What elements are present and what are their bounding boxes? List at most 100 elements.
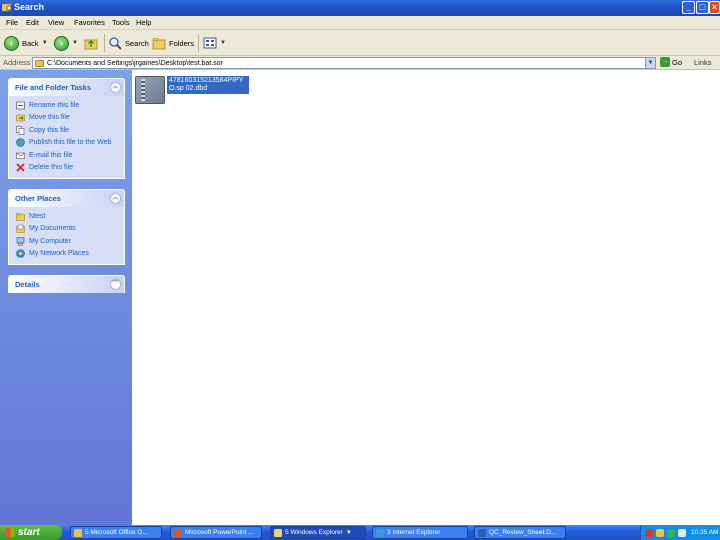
word-document-icon (478, 528, 486, 537)
address-label: Address (3, 58, 31, 67)
task-label: E-mail this file (29, 151, 73, 159)
menu-favorites[interactable]: Favorites (74, 18, 105, 27)
place-label: My Computer (29, 237, 72, 245)
taskbar-button-label: 5 Windows Explorer (285, 529, 343, 536)
views-button[interactable]: ▼ (203, 34, 226, 52)
minimize-button[interactable]: _ (682, 1, 695, 14)
collapse-icon[interactable]: ︽ (110, 82, 121, 93)
task-publish[interactable]: Publish this file to the Web (9, 137, 124, 150)
file-list-area[interactable]: 478160315213584PIPYO.sp 02.dbd (132, 70, 720, 525)
search-button[interactable]: Search (108, 34, 149, 52)
chevron-down-icon: ▼ (345, 529, 352, 536)
tray-shield-icon[interactable] (645, 528, 653, 537)
taskbar-button-label: 3 Internet Explorer (387, 529, 441, 536)
folders-icon (152, 38, 166, 50)
taskbar-button-outlook[interactable]: 5 Microsoft Office O... (70, 526, 162, 539)
place-ntest[interactable]: Ntest (9, 210, 124, 223)
up-folder-button[interactable] (84, 34, 98, 52)
taskbar-button-explorer[interactable]: 5 Windows Explorer ▼ (270, 526, 366, 539)
rename-icon (16, 101, 25, 110)
folders-button[interactable]: Folders (152, 34, 194, 52)
task-delete[interactable]: Delete this file (9, 162, 124, 175)
task-label: Delete this file (29, 164, 73, 172)
place-label: Ntest (29, 212, 46, 220)
clock[interactable]: 10:35 AM (691, 529, 718, 536)
go-label: Go (672, 57, 683, 67)
task-label: Copy this file (29, 126, 70, 134)
file-name-label: 478160315213584PIPYO.sp 02.dbd (167, 76, 249, 94)
toolbar-divider (198, 34, 199, 52)
tray-network-icon[interactable] (667, 528, 675, 537)
address-dropdown-button[interactable]: ▼ (645, 58, 655, 68)
taskbar: start 5 Microsoft Office O... Microsoft … (0, 525, 720, 540)
details-header[interactable]: Details ︾ (9, 276, 124, 293)
tray-app-icon[interactable] (656, 528, 664, 537)
start-button[interactable]: start (0, 525, 62, 540)
go-button[interactable]: → Go (660, 57, 682, 67)
back-button[interactable]: ‹ Back ▼ (4, 34, 48, 52)
search-folder-icon (2, 3, 12, 12)
menu-bar: File Edit View Favorites Tools Help (0, 16, 720, 30)
back-arrow-icon: ‹ (4, 35, 19, 51)
task-copy[interactable]: Copy this file (9, 124, 124, 137)
outlook-icon (74, 528, 82, 537)
expand-icon[interactable]: ︾ (110, 279, 121, 290)
forward-arrow-icon: › (54, 35, 69, 51)
panel-title: File and Folder Tasks (15, 83, 92, 92)
delete-icon (16, 163, 25, 172)
folder-icon (16, 213, 25, 221)
task-rename[interactable]: Rename this file (9, 99, 124, 112)
search-label: Search (125, 38, 149, 48)
place-my-network-places[interactable]: My Network Places (9, 248, 124, 261)
menu-file[interactable]: File (6, 18, 18, 27)
taskbar-button-ie[interactable]: 3 Internet Explorer (372, 526, 468, 539)
chevron-down-icon: ▼ (220, 40, 226, 46)
menu-view[interactable]: View (48, 18, 64, 27)
details-panel: Details ︾ (8, 275, 125, 293)
address-bar: Address C:\Documents and Settings\jrgain… (0, 56, 720, 70)
address-value: C:\Documents and Settings\jrgaines\Deskt… (47, 59, 223, 67)
taskbar-button-label: QC_Review_Sheet.D... (489, 529, 557, 536)
task-label: Publish this file to the Web (29, 139, 112, 147)
menu-tools[interactable]: Tools (112, 18, 130, 27)
panel-title: Details (15, 280, 40, 289)
maximize-button[interactable]: □ (696, 1, 709, 14)
views-icon (203, 37, 217, 49)
task-label: Rename this file (29, 101, 80, 109)
computer-icon (16, 236, 25, 246)
other-places-panel: Other Places ︽ Ntest My Documents My Com… (8, 189, 125, 265)
taskbar-button-word[interactable]: QC_Review_Sheet.D... (474, 526, 566, 539)
chevron-down-icon: ▼ (41, 40, 48, 46)
address-input[interactable]: C:\Documents and Settings\jrgaines\Deskt… (32, 57, 656, 69)
network-icon (16, 249, 25, 259)
file-item[interactable]: 478160315213584PIPYO.sp 02.dbd (135, 76, 249, 104)
place-label: My Network Places (29, 250, 89, 258)
task-email[interactable]: E-mail this file (9, 149, 124, 162)
email-icon (16, 152, 25, 159)
taskbar-button-powerpoint[interactable]: Microsoft PowerPoint ... (170, 526, 262, 539)
folders-label: Folders (169, 38, 195, 48)
folder-icon (274, 528, 282, 537)
task-move[interactable]: Move this file (9, 112, 124, 125)
panel-title: Other Places (15, 194, 61, 203)
zip-file-icon (135, 76, 165, 104)
links-button[interactable]: Links (694, 58, 712, 67)
powerpoint-icon (174, 528, 182, 537)
menu-edit[interactable]: Edit (26, 18, 39, 27)
file-tasks-header[interactable]: File and Folder Tasks ︽ (9, 79, 124, 96)
title-bar: Search _ □ × (0, 0, 720, 16)
move-icon (16, 114, 25, 122)
chevron-down-icon: ▼ (72, 40, 78, 46)
system-tray: 10:35 AM (640, 525, 720, 540)
tray-volume-icon[interactable] (678, 528, 686, 537)
place-my-documents[interactable]: My Documents (9, 223, 124, 236)
collapse-icon[interactable]: ︽ (110, 193, 121, 204)
taskbar-button-label: 5 Microsoft Office O... (85, 529, 148, 536)
close-button[interactable]: × (709, 1, 720, 14)
menu-help[interactable]: Help (136, 18, 151, 27)
documents-icon (16, 225, 25, 234)
forward-button[interactable]: › ▼ (54, 34, 78, 52)
go-arrow-icon: → (660, 57, 670, 67)
other-places-header[interactable]: Other Places ︽ (9, 190, 124, 207)
place-my-computer[interactable]: My Computer (9, 235, 124, 248)
